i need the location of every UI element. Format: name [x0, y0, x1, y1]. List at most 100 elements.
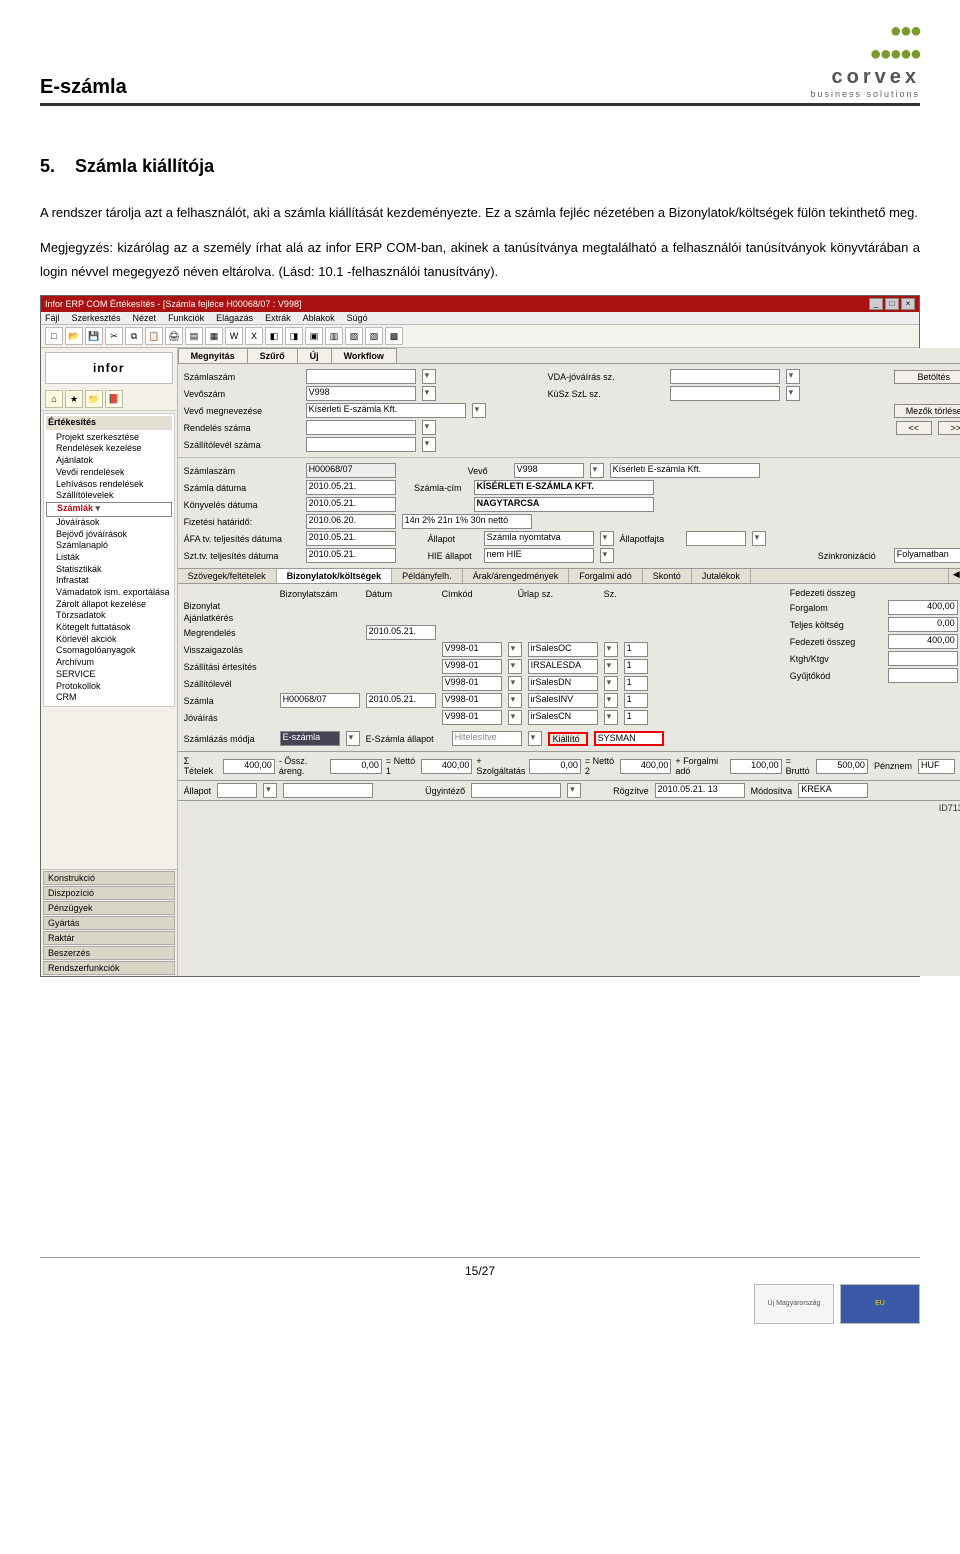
dropdown-icon[interactable] [600, 548, 614, 563]
tab[interactable]: Új [297, 348, 332, 363]
field[interactable]: 1 [624, 693, 648, 708]
toolbar-icon[interactable]: ▩ [385, 327, 403, 345]
tree-item[interactable]: Vevői rendelések [46, 467, 172, 479]
nav-tree[interactable]: Értékesítés Projekt szerkesztése Rendelé… [43, 413, 175, 707]
toolbar-icon[interactable]: ▨ [365, 327, 383, 345]
prev-button[interactable]: << [896, 421, 932, 435]
field[interactable] [471, 783, 561, 798]
tree-item[interactable]: Archívum [46, 657, 172, 669]
dropdown-icon[interactable] [263, 783, 277, 798]
menu-item[interactable]: Elágazás [216, 313, 253, 323]
tree-item[interactable]: Csomagolóanyagok [46, 645, 172, 657]
field-szamlaszam[interactable] [306, 369, 416, 384]
dropdown-icon[interactable] [590, 463, 604, 478]
dropdown-icon[interactable] [508, 693, 522, 708]
menu-item[interactable]: Ablakok [303, 313, 335, 323]
field[interactable]: irSalesCN [528, 710, 598, 725]
field-vevonev[interactable]: Kísérleti E-számla Kft. [306, 403, 466, 418]
tree-item[interactable]: Rendelések kezelése [46, 443, 172, 455]
folder-icon[interactable]: 📁 [85, 390, 103, 408]
sidebar-btn[interactable]: Raktár [43, 931, 175, 945]
tree-item[interactable]: Számlanapló [46, 540, 172, 552]
field[interactable]: 2010.05.21. [366, 625, 436, 640]
dropdown-icon[interactable] [604, 676, 618, 691]
tab[interactable]: Megnyitás [178, 348, 248, 363]
field-szallitolevel[interactable] [306, 437, 416, 452]
tree-item[interactable]: CRM [46, 692, 172, 704]
dropdown-icon[interactable] [604, 659, 618, 674]
maximize-icon[interactable]: □ [885, 298, 899, 310]
sidebar-btn[interactable]: Konstrukció [43, 871, 175, 885]
field[interactable]: 1 [624, 676, 648, 691]
field-kusz[interactable] [670, 386, 780, 401]
toolbar-icon[interactable]: ▣ [305, 327, 323, 345]
field-currency[interactable]: HUF [918, 759, 955, 774]
field[interactable]: 2010.05.21. [306, 497, 396, 512]
sidebar-btn[interactable]: Diszpozíció [43, 886, 175, 900]
home-icon[interactable]: ⌂ [45, 390, 63, 408]
tree-item[interactable]: Statisztikák [46, 564, 172, 576]
tab[interactable]: Szűrő [247, 348, 298, 363]
toolbar-icon[interactable]: ▧ [345, 327, 363, 345]
toolbar-excel-icon[interactable]: X [245, 327, 263, 345]
dropdown-icon[interactable] [346, 731, 360, 746]
field[interactable]: nem HIE [484, 548, 594, 563]
tree-item[interactable]: Ajánlatok [46, 455, 172, 467]
dropdown-icon[interactable] [786, 386, 800, 401]
field[interactable]: irSalesOC [528, 642, 598, 657]
dropdown-icon[interactable] [752, 531, 766, 546]
dropdown-icon[interactable] [422, 386, 436, 401]
scroll-left-icon[interactable]: ◀ [948, 569, 960, 583]
toolbar-icon[interactable]: ▦ [205, 327, 223, 345]
menu-item[interactable]: Fájl [45, 313, 60, 323]
menu-item[interactable]: Szerkesztés [72, 313, 121, 323]
dropdown-icon[interactable] [604, 642, 618, 657]
field[interactable]: V998-01 [442, 676, 502, 691]
tree-item[interactable]: Törzsadatok [46, 610, 172, 622]
field[interactable] [888, 668, 958, 683]
toolbar-copy-icon[interactable]: ⧉ [125, 327, 143, 345]
sidebar-btn[interactable]: Beszerzés [43, 946, 175, 960]
toolbar-icon[interactable]: ◧ [265, 327, 283, 345]
dropdown-icon[interactable] [472, 403, 486, 418]
tree-item[interactable]: Körlevél akciók [46, 634, 172, 646]
dropdown-icon[interactable] [508, 710, 522, 725]
tree-item[interactable]: SERVICE [46, 669, 172, 681]
detail-tab[interactable]: Forgalmi adó [569, 569, 643, 583]
field[interactable]: irSalesINV [528, 693, 598, 708]
tree-item[interactable]: Zárolt állapot kezelése [46, 599, 172, 611]
tree-item[interactable]: Infrastat [46, 575, 172, 587]
toolbar-cut-icon[interactable]: ✂ [105, 327, 123, 345]
dropdown-icon[interactable] [508, 676, 522, 691]
field[interactable]: V998 [514, 463, 584, 478]
detail-tab[interactable]: Példányfelh. [392, 569, 463, 583]
field-vda[interactable] [670, 369, 780, 384]
toolbar-icon[interactable]: ▤ [185, 327, 203, 345]
field[interactable] [217, 783, 257, 798]
dropdown-icon[interactable] [508, 642, 522, 657]
dropdown-icon[interactable] [604, 693, 618, 708]
field[interactable]: V998-01 [442, 710, 502, 725]
field[interactable]: V998-01 [442, 642, 502, 657]
field-rendeles[interactable] [306, 420, 416, 435]
tree-item[interactable]: Listák [46, 552, 172, 564]
field-vevoszam[interactable]: V998 [306, 386, 416, 401]
tree-item[interactable]: Jóváírások [46, 517, 172, 529]
dropdown-icon[interactable] [604, 710, 618, 725]
tree-item[interactable]: Projekt szerkesztése [46, 432, 172, 444]
field[interactable] [888, 651, 958, 666]
field[interactable]: 2010.05.21. [306, 531, 396, 546]
sidebar-btn[interactable]: Gyártás [43, 916, 175, 930]
tree-item[interactable]: Kötegelt futtatások [46, 622, 172, 634]
tab[interactable]: Workflow [331, 348, 397, 363]
field[interactable] [283, 783, 373, 798]
detail-tab-active[interactable]: Bizonylatok/költségek [277, 569, 393, 583]
menu-item[interactable]: Nézet [133, 313, 157, 323]
detail-tab[interactable]: Skontó [643, 569, 692, 583]
field[interactable]: 1 [624, 642, 648, 657]
detail-tab[interactable]: Árak/árengedmények [463, 569, 570, 583]
detail-tab[interactable]: Jutalékok [692, 569, 751, 583]
menu-item[interactable]: Funkciók [168, 313, 204, 323]
tree-item[interactable]: Bejövő jóváírások [46, 529, 172, 541]
dropdown-icon[interactable] [422, 420, 436, 435]
